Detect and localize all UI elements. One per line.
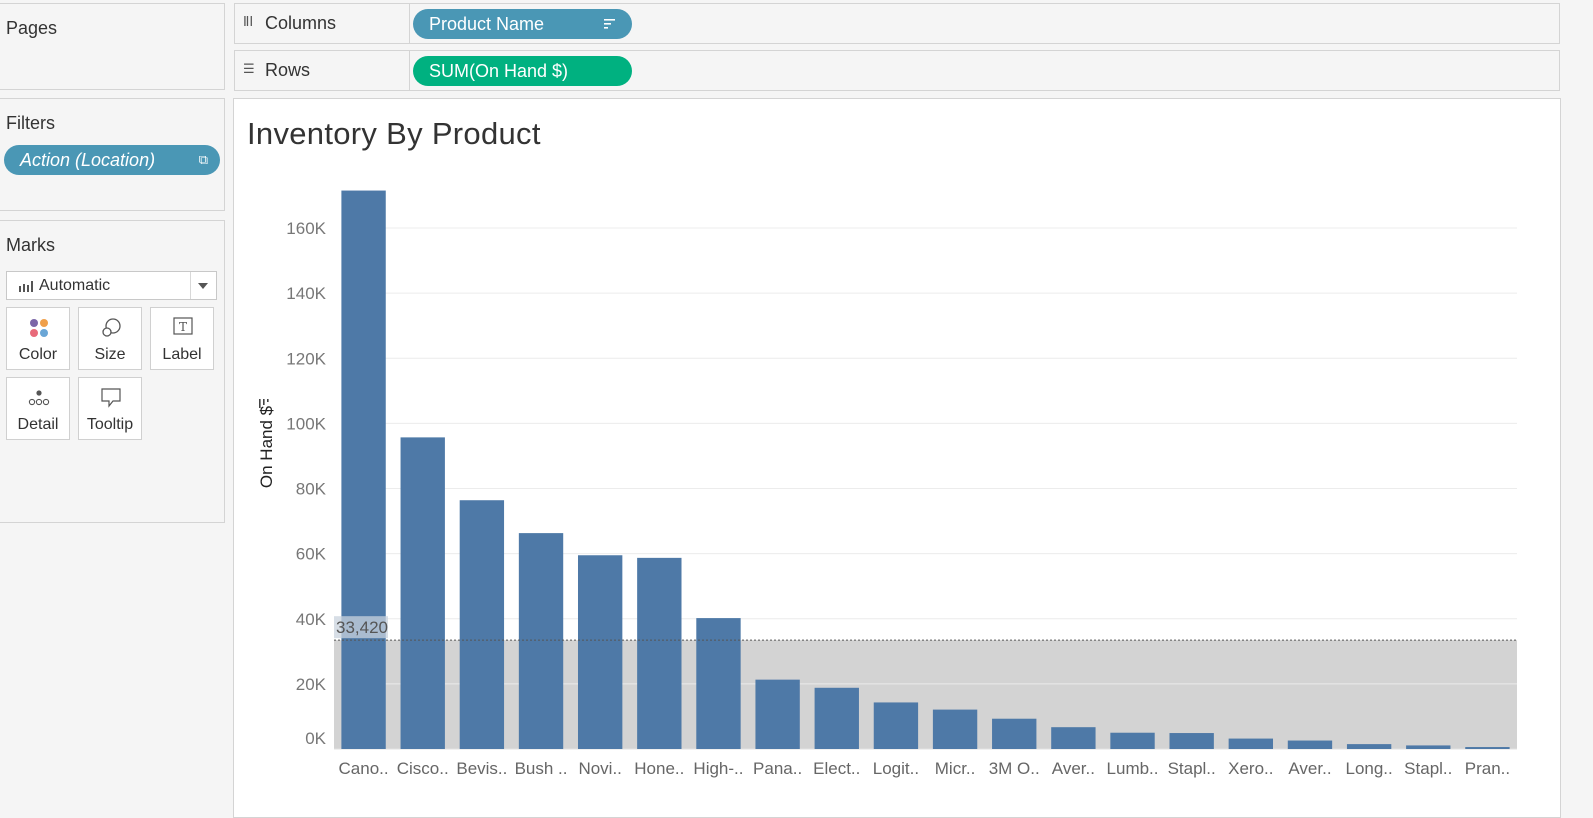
y-tick-label: 80K bbox=[296, 480, 327, 499]
bar[interactable] bbox=[518, 533, 564, 749]
x-tick-label: Lumb.. bbox=[1107, 759, 1159, 778]
mark-type-label: Automatic bbox=[39, 277, 111, 294]
columns-label: Columns bbox=[265, 13, 337, 33]
reference-band bbox=[334, 640, 1517, 749]
size-button[interactable]: Size bbox=[78, 307, 142, 370]
marks-card[interactable]: Marks Automatic Color Size T Label Detai… bbox=[0, 220, 225, 523]
rows-icon: ☰ bbox=[243, 61, 255, 76]
x-tick-label: Bush .. bbox=[515, 759, 568, 778]
filters-title: Filters bbox=[6, 113, 55, 133]
y-tick-label: 0K bbox=[305, 729, 326, 748]
x-tick-label: Logit.. bbox=[873, 759, 919, 778]
text-label-icon: T bbox=[173, 317, 193, 335]
x-tick-label: Cisco.. bbox=[397, 759, 449, 778]
bar[interactable] bbox=[814, 687, 859, 749]
sum-on-hand-pill-label: SUM(On Hand $) bbox=[429, 61, 569, 81]
x-tick-label: Cano.. bbox=[339, 759, 389, 778]
reference-line-label: 33,420 bbox=[336, 618, 388, 637]
product-name-pill[interactable]: Product Name bbox=[413, 9, 632, 39]
size-label: Size bbox=[94, 346, 126, 363]
bar[interactable] bbox=[1465, 747, 1510, 749]
bar[interactable] bbox=[755, 679, 800, 749]
bar[interactable] bbox=[1287, 740, 1333, 749]
tooltip-icon bbox=[101, 388, 121, 408]
columns-shelf[interactable]: ⅡⅠ Columns Product Name bbox=[234, 3, 1560, 44]
pages-card[interactable]: Pages bbox=[0, 3, 225, 90]
filter-pill-label: Action (Location) bbox=[20, 150, 156, 170]
rows-shelf[interactable]: ☰ Rows SUM(On Hand $) bbox=[234, 50, 1560, 91]
bar-chart[interactable]: 0K 20K 40K 60K 80K 100K 120K 140K 160K On Hand $ C… bbox=[234, 99, 1560, 817]
y-sort-icon-bar bbox=[267, 399, 269, 402]
x-tick-label: Elect.. bbox=[813, 759, 860, 778]
detail-button[interactable]: Detail bbox=[6, 377, 70, 440]
bar[interactable] bbox=[1169, 733, 1214, 749]
x-tick-label: Bevis.. bbox=[456, 759, 507, 778]
x-tick-label: Aver.. bbox=[1052, 759, 1095, 778]
product-name-pill-label: Product Name bbox=[429, 14, 545, 34]
x-tick-label: Long.. bbox=[1345, 759, 1392, 778]
x-tick-label: Pran.. bbox=[1465, 759, 1510, 778]
pages-title: Pages bbox=[6, 18, 58, 38]
bar[interactable] bbox=[1051, 727, 1096, 749]
y-tick-label: 120K bbox=[286, 349, 326, 368]
y-tick-label: 160K bbox=[286, 219, 326, 238]
filters-card[interactable]: Filters Action (Location) ⧉ bbox=[0, 98, 225, 211]
bar[interactable] bbox=[873, 702, 919, 749]
bar[interactable] bbox=[1406, 745, 1451, 749]
sum-on-hand-pill[interactable]: SUM(On Hand $) bbox=[413, 56, 632, 86]
columns-icon: ⅡⅠ bbox=[243, 14, 254, 29]
filter-pill-action-location[interactable]: Action (Location) ⧉ bbox=[4, 145, 220, 175]
color-icon bbox=[30, 319, 48, 337]
bar-chart-icon bbox=[19, 281, 33, 292]
bar[interactable] bbox=[1346, 744, 1392, 749]
x-tick-label: High-.. bbox=[693, 759, 743, 778]
bar[interactable] bbox=[577, 555, 623, 749]
chevron-down-icon[interactable] bbox=[190, 272, 216, 299]
x-tick-label: Xero.. bbox=[1228, 759, 1273, 778]
y-tick-label: 140K bbox=[286, 284, 326, 303]
bar[interactable] bbox=[696, 618, 741, 749]
y-tick-label: 40K bbox=[296, 610, 327, 629]
label-label: Label bbox=[162, 346, 202, 363]
y-sort-icon[interactable] bbox=[259, 399, 261, 408]
y-tick-label: 20K bbox=[296, 675, 327, 694]
svg-text:T: T bbox=[179, 320, 187, 334]
link-icon: ⧉ bbox=[198, 152, 208, 167]
columns-shelf-header: ⅡⅠ Columns bbox=[235, 4, 410, 43]
detail-label: Detail bbox=[17, 416, 59, 433]
tooltip-button[interactable]: Tooltip bbox=[78, 377, 142, 440]
bar[interactable] bbox=[1228, 738, 1274, 749]
x-tick-label: Hone.. bbox=[634, 759, 684, 778]
rows-label: Rows bbox=[265, 60, 311, 80]
x-tick-label: Aver.. bbox=[1288, 759, 1331, 778]
detail-icon bbox=[28, 390, 50, 406]
x-tick-label: Novi.. bbox=[578, 759, 621, 778]
label-button[interactable]: T Label bbox=[150, 307, 214, 370]
x-tick-label: Stapl.. bbox=[1168, 759, 1216, 778]
bar[interactable] bbox=[1110, 732, 1155, 749]
rows-shelf-header: ☰ Rows bbox=[235, 51, 410, 90]
bar[interactable] bbox=[932, 709, 978, 749]
bar[interactable] bbox=[400, 437, 445, 749]
bar[interactable] bbox=[459, 500, 505, 749]
color-button[interactable]: Color bbox=[6, 307, 70, 370]
mark-type-dropdown[interactable]: Automatic bbox=[6, 271, 217, 300]
x-tick-label: 3M O.. bbox=[989, 759, 1040, 778]
view-panel[interactable]: Inventory By Product 0K 20K 40K 60K 80K 100K 1… bbox=[233, 98, 1561, 818]
size-icon bbox=[102, 318, 121, 337]
color-label: Color bbox=[18, 346, 58, 363]
x-tick-label: Micr.. bbox=[935, 759, 976, 778]
y-sort-icon-bar bbox=[263, 399, 265, 405]
bar[interactable] bbox=[637, 557, 682, 749]
y-tick-label: 100K bbox=[286, 414, 326, 433]
bar[interactable] bbox=[992, 718, 1037, 749]
bar[interactable] bbox=[341, 190, 386, 750]
y-tick-label: 60K bbox=[296, 545, 327, 564]
tooltip-label: Tooltip bbox=[86, 416, 134, 433]
sort-descending-icon[interactable] bbox=[604, 9, 616, 39]
marks-title: Marks bbox=[6, 235, 55, 255]
x-tick-label: Stapl.. bbox=[1404, 759, 1452, 778]
x-tick-label: Pana.. bbox=[753, 759, 802, 778]
y-axis-title: On Hand $ bbox=[257, 405, 276, 488]
